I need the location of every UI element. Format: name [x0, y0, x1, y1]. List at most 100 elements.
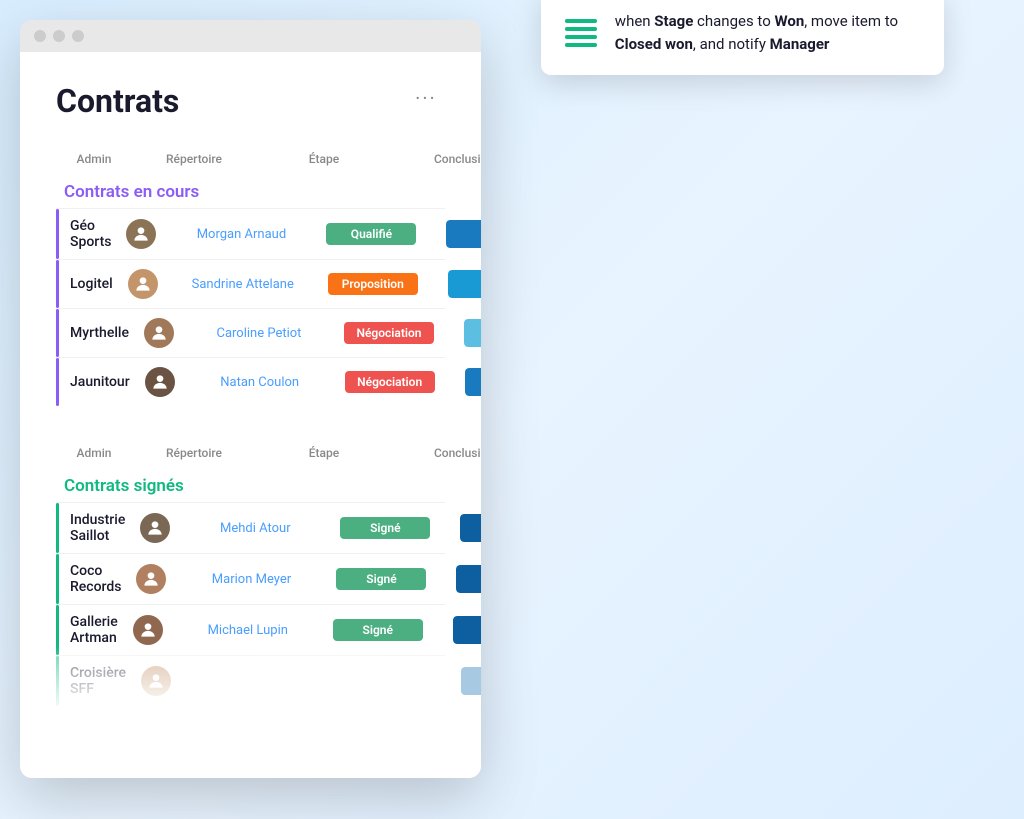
- tooltip-text-2: changes to: [693, 12, 774, 30]
- admin-cell: [129, 318, 189, 348]
- repertoire-cell[interactable]: Marion Meyer: [181, 572, 321, 587]
- table-row: Industrie Saillot Mehdi Atour Signé: [56, 502, 445, 553]
- th-etape-encours: Étape: [264, 152, 384, 176]
- table-headers-signes: Admin Répertoire Étape Conclusion Montan…: [64, 442, 445, 476]
- admin-cell: [111, 219, 171, 249]
- browser-dot-green: [72, 30, 84, 42]
- conclusion-bar: 100 %: [456, 565, 480, 593]
- conclusion-cell: 80 %: [431, 220, 480, 248]
- tooltip-card: when Stage changes to Won, move item to …: [541, 0, 944, 75]
- row-border: [56, 309, 59, 357]
- conclusion-cell: 100 %: [441, 565, 480, 593]
- browser-content: Contrats ··· Admin Répertoire Étape Conc…: [20, 52, 481, 778]
- etape-badge: Signé: [333, 619, 423, 641]
- tooltip-text-1: when: [615, 12, 655, 30]
- th-repertoire-encours: Répertoire: [124, 152, 264, 176]
- etape-cell: Signé: [326, 670, 446, 692]
- contract-name: Industrie Saillot: [56, 512, 125, 544]
- row-border: [56, 358, 59, 406]
- page-title: Contrats: [56, 82, 179, 120]
- th-admin-encours: Admin: [64, 152, 124, 176]
- etape-cell: Qualifié: [311, 223, 431, 245]
- conclusion-pct: 100 %: [460, 521, 480, 536]
- conclusion-bar: 100 %: [453, 616, 481, 644]
- avatar: [133, 615, 163, 645]
- icon-line: [565, 19, 597, 23]
- conclusion-bar: 100 %: [460, 514, 480, 542]
- contract-name: Coco Records: [56, 563, 121, 595]
- tooltip-text: when Stage changes to Won, move item to …: [615, 10, 920, 55]
- repertoire-cell[interactable]: Morgan Arnaud: [171, 227, 311, 242]
- avatar: [144, 318, 174, 348]
- etape-badge: Proposition: [328, 273, 418, 295]
- row-border: [56, 260, 59, 308]
- row-border: [56, 209, 59, 259]
- etape-cell: Signé: [321, 568, 441, 590]
- contract-name: Jaunitour: [56, 374, 130, 390]
- icon-line: [565, 27, 597, 31]
- contract-name: Gallerie Artman: [56, 614, 118, 646]
- conclusion-cell: 80 %: [450, 368, 481, 396]
- rows-icon: [565, 19, 597, 47]
- browser-dot-red: [34, 30, 46, 42]
- conclusion-cell: 100 %: [438, 616, 481, 644]
- row-border: [56, 605, 59, 655]
- section-signes: Admin Répertoire Étape Conclusion Montan…: [56, 442, 445, 706]
- admin-cell: [113, 269, 173, 299]
- row-border: [56, 656, 59, 706]
- conclusion-cell: 40 %: [449, 319, 481, 347]
- table-row: Gallerie Artman Michael Lupin Signé: [56, 604, 445, 655]
- conclusion-pct: 100 %: [453, 623, 481, 638]
- repertoire-cell[interactable]: Caroline Petiot: [189, 326, 329, 341]
- table-headers-en-cours: Admin Répertoire Étape Conclusion Montan…: [64, 148, 445, 182]
- conclusion-pct: 60 %: [448, 277, 481, 292]
- conclusion-bar: [461, 667, 481, 695]
- avatar: [140, 513, 170, 543]
- etape-cell: Signé: [325, 517, 445, 539]
- conclusion-fill: [461, 667, 481, 695]
- repertoire-cell[interactable]: Natan Coulon: [190, 375, 330, 390]
- etape-badge: Signé: [336, 568, 426, 590]
- tooltip-bold-stage: Stage: [654, 12, 693, 30]
- tooltip-text-3: , move item to: [804, 12, 898, 30]
- table-row: Géo Sports Morgan Arnaud Qualifié: [56, 208, 445, 259]
- etape-cell: Négociation: [329, 322, 449, 344]
- automation-icon: [565, 19, 597, 47]
- th-repertoire-signes: Répertoire: [124, 446, 264, 470]
- etape-badge: Négociation: [345, 371, 435, 393]
- avatar: [126, 219, 156, 249]
- etape-cell: Négociation: [330, 371, 450, 393]
- conclusion-cell: [446, 667, 481, 695]
- icon-line: [565, 43, 597, 47]
- section-title-en-cours: Contrats en cours: [64, 182, 199, 202]
- admin-cell: [125, 513, 185, 543]
- etape-badge: Négociation: [344, 322, 434, 344]
- tooltip-bold-won: Won: [774, 12, 804, 30]
- tooltip-text-4: , and notify: [693, 35, 770, 53]
- more-options-button[interactable]: ···: [407, 82, 445, 114]
- browser-titlebar: [20, 20, 481, 52]
- row-border: [56, 503, 59, 553]
- etape-badge: Qualifié: [326, 223, 416, 245]
- admin-cell: [118, 615, 178, 645]
- th-conclusion-signes: Conclusion: [384, 446, 481, 470]
- etape-cell: Signé: [318, 619, 438, 641]
- repertoire-cell[interactable]: Michael Lupin: [178, 623, 318, 638]
- conclusion-bar: 60 %: [448, 270, 481, 298]
- table-row: Myrthelle Caroline Petiot Négociation: [56, 308, 445, 357]
- conclusion-cell: 60 %: [433, 270, 481, 298]
- th-etape-signes: Étape: [264, 446, 384, 470]
- tooltip-bold-closed: Closed won: [615, 35, 693, 53]
- section-en-cours: Admin Répertoire Étape Conclusion Montan…: [56, 148, 445, 406]
- table-en-cours: Géo Sports Morgan Arnaud Qualifié: [56, 208, 445, 406]
- admin-cell: [130, 367, 190, 397]
- icon-line: [565, 35, 597, 39]
- repertoire-cell[interactable]: Sandrine Attelane: [173, 277, 313, 292]
- contract-name: Croisière SFF: [56, 665, 126, 697]
- admin-cell: [121, 564, 181, 594]
- repertoire-cell[interactable]: Mehdi Atour: [185, 521, 325, 536]
- page-header: Contrats ···: [56, 82, 445, 120]
- avatar: [141, 666, 171, 696]
- contract-name: Myrthelle: [56, 325, 129, 341]
- conclusion-pct: 80 %: [465, 375, 481, 390]
